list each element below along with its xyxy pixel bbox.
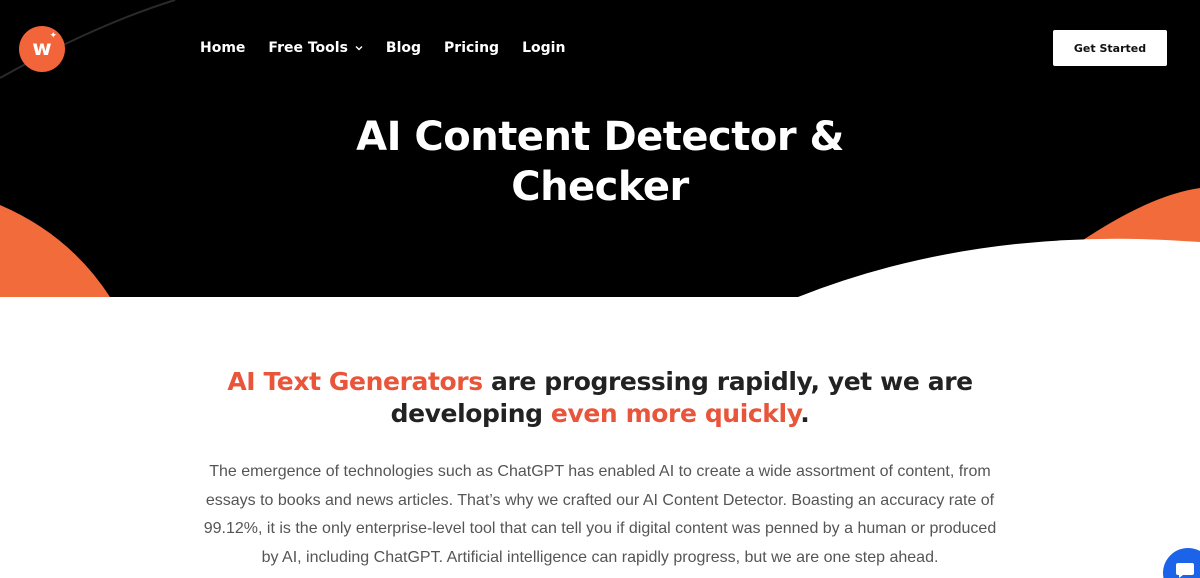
hero-section: w ✦ Home Free Tools Blog Pricing Login G… <box>0 0 1200 297</box>
nav-blog-label: Blog <box>385 40 422 56</box>
page-title: AI Content Detector & Checker <box>356 114 844 210</box>
nav-login-label: Login <box>522 40 566 56</box>
nav-pricing[interactable]: Pricing <box>444 40 499 56</box>
nav-home-label: Home <box>200 40 246 56</box>
decor-orange-left <box>0 205 110 297</box>
nav-home[interactable]: Home <box>200 40 245 56</box>
chevron-down-icon <box>355 46 363 51</box>
get-started-button[interactable]: Get Started <box>1053 30 1167 66</box>
nav-free-tools-label: Free Tools <box>268 40 348 56</box>
nav-free-tools[interactable]: Free Tools <box>268 40 363 56</box>
headline-accent-1: AI Text Generators <box>227 367 483 396</box>
section-description: The emergence of technologies such as Ch… <box>203 463 997 566</box>
headline-period: . <box>800 399 810 428</box>
section-headline: AI Text Generators are progressing rapid… <box>150 366 1050 430</box>
chat-bubble-icon <box>1176 563 1194 578</box>
nav-blog[interactable]: Blog <box>386 40 421 56</box>
nav-login[interactable]: Login <box>522 40 565 56</box>
decor-white-wave <box>798 238 1200 297</box>
main-nav: Home Free Tools Blog Pricing Login <box>200 38 588 58</box>
headline-accent-2: even more quickly <box>550 399 801 428</box>
chat-widget-button[interactable] <box>1163 548 1200 578</box>
nav-pricing-label: Pricing <box>444 40 500 56</box>
brand-logo[interactable]: w ✦ <box>19 26 65 72</box>
sparkle-icon: ✦ <box>49 31 57 41</box>
